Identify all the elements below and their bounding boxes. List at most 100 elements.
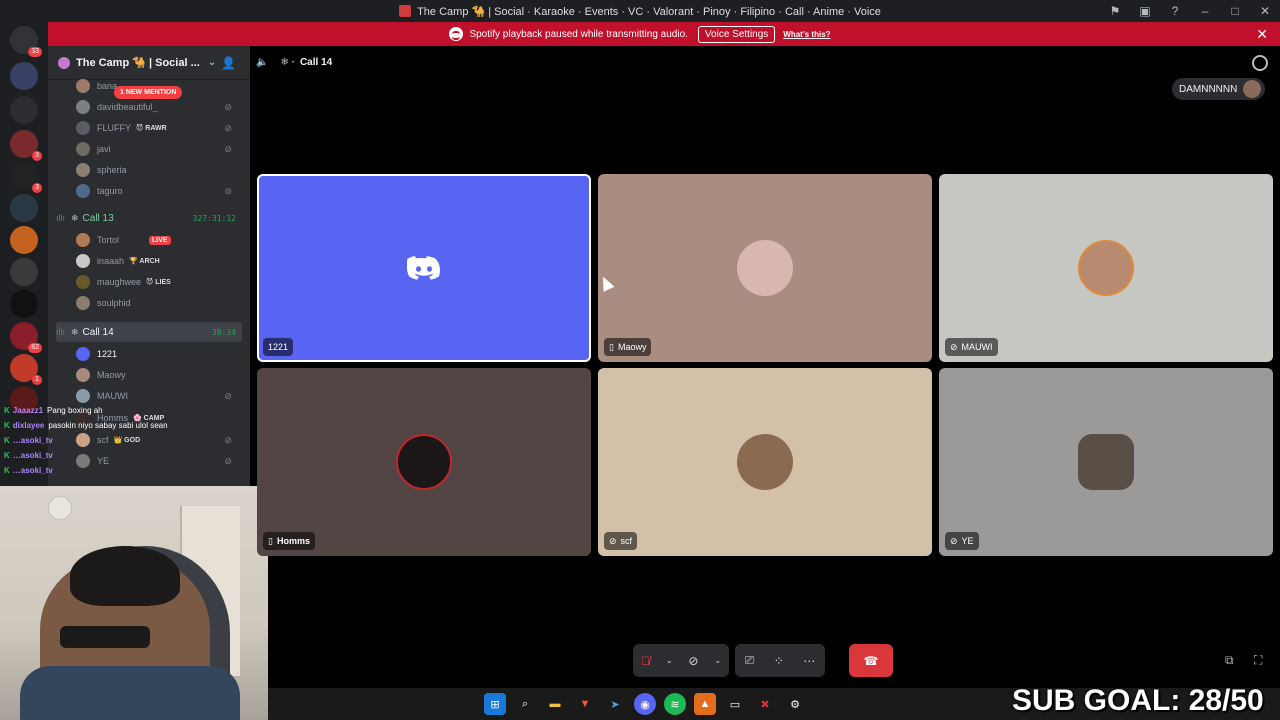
- participant-name-label: ⊘ scf: [604, 532, 638, 550]
- voice-user-name: spheria: [97, 165, 127, 175]
- more-options-icon[interactable]: ⋯: [803, 654, 815, 668]
- minimize-button[interactable]: –: [1190, 0, 1220, 22]
- voice-channel-call-13[interactable]: ıllı ❄ Call 13 327:31:12: [56, 208, 242, 228]
- server-badge: 3: [32, 151, 42, 161]
- chat-message: K dixlayee pasokin niyo sabay sabi ulol …: [4, 418, 249, 433]
- participant-tile[interactable]: ▯ Maowy: [598, 174, 932, 362]
- avatar: [76, 275, 90, 289]
- start-icon[interactable]: ⊞: [484, 693, 506, 715]
- avatar: [1078, 240, 1134, 296]
- invite-icon[interactable]: [1252, 55, 1268, 71]
- help-icon[interactable]: ?: [1160, 0, 1190, 22]
- streamer-hair: [70, 546, 180, 606]
- voice-user[interactable]: Maowy: [76, 365, 242, 385]
- voice-channel-call-14[interactable]: ıllı ❄ Call 14 38:34: [56, 322, 242, 342]
- participant-name: YE: [961, 536, 974, 546]
- server-icon-1[interactable]: [10, 62, 38, 90]
- server-badge: 3: [32, 183, 42, 193]
- server-icon-6[interactable]: [10, 258, 38, 286]
- camera-off-icon[interactable]: ⊘: [688, 654, 698, 668]
- voice-user[interactable]: spheria: [76, 160, 242, 180]
- voice-user-name: soulphid: [97, 298, 131, 308]
- telegram-icon[interactable]: ➤: [604, 693, 626, 715]
- voice-user[interactable]: Tortol LIVE: [76, 230, 242, 250]
- server-icon-8[interactable]: 82: [10, 322, 42, 353]
- discord-icon[interactable]: ◉: [634, 693, 656, 715]
- voice-user[interactable]: inaaah 🏆 ARCH: [76, 251, 242, 271]
- invite-people-icon[interactable]: 👤: [221, 56, 236, 70]
- file-explorer-icon[interactable]: ▬: [544, 693, 566, 715]
- voice-user[interactable]: davidbeautiful_ ⊘: [76, 97, 242, 117]
- server-icon-5[interactable]: [10, 226, 38, 254]
- mobile-icon: ▯: [609, 341, 614, 352]
- participant-name: scf: [620, 536, 633, 546]
- server-icon-3[interactable]: 3: [10, 162, 42, 193]
- chat-username: Jaaazz1: [12, 406, 44, 415]
- screen-share-icon[interactable]: ⎚: [745, 653, 755, 668]
- participant-tile[interactable]: 1221: [257, 174, 591, 362]
- popout-icon[interactable]: ⧉: [1225, 653, 1234, 668]
- whats-this-link[interactable]: What's this?: [783, 30, 830, 39]
- voice-user-name: FLUFFY: [97, 123, 132, 133]
- voice-user[interactable]: FLUFFY 😈 RAWR ⊘: [76, 118, 242, 138]
- search-icon[interactable]: ⌕: [514, 693, 536, 715]
- server-icon-2[interactable]: 3: [10, 130, 42, 161]
- app-icon-x[interactable]: ✖: [754, 693, 776, 715]
- mic-muted-icon: ⊘: [224, 101, 232, 112]
- participant-name: 1221: [268, 342, 289, 352]
- maximize-button[interactable]: □: [1220, 0, 1250, 22]
- banner-message: Spotify playback paused while transmitti…: [469, 28, 688, 40]
- close-window-button[interactable]: ✕: [1250, 0, 1280, 22]
- voice-user-name: MAUWI: [97, 391, 128, 401]
- disconnect-button[interactable]: ☎: [849, 644, 893, 677]
- server-icon-4[interactable]: [10, 194, 38, 222]
- voice-user[interactable]: javi ⊘: [76, 139, 242, 159]
- chat-message: K …asoki_tv: [4, 433, 249, 448]
- close-icon[interactable]: ✕: [1256, 26, 1268, 43]
- mic-muted-icon: ⊘: [609, 535, 617, 546]
- speaker-icon[interactable]: 🔈: [256, 57, 268, 68]
- server-icon-the-camp[interactable]: 1: [10, 354, 42, 385]
- voice-user-name: Tortol: [97, 235, 120, 245]
- server-folder[interactable]: [10, 96, 38, 124]
- voice-activity-icon: ıllı: [56, 213, 65, 223]
- participant-tile[interactable]: ⊘ YE: [939, 368, 1273, 556]
- chat-username: …asoki_tv: [12, 436, 53, 445]
- direct-messages-button[interactable]: 33: [10, 26, 42, 57]
- avatar: [76, 389, 90, 403]
- voice-user[interactable]: soulphid: [76, 293, 242, 313]
- mic-muted-icon: ⊘: [224, 122, 232, 133]
- avatar: [76, 347, 90, 361]
- voice-user[interactable]: 1221: [76, 344, 242, 364]
- participant-tile[interactable]: ▯ Homms: [257, 368, 591, 556]
- sub-goal-overlay: SUB GOAL: 28/50: [1012, 684, 1264, 717]
- spotify-icon[interactable]: ≋: [664, 693, 686, 715]
- participant-tile[interactable]: ⊘ scf: [598, 368, 932, 556]
- chat-badge-icon: K: [4, 436, 10, 445]
- fullscreen-icon[interactable]: ⛶: [1254, 653, 1262, 668]
- wall-clock: [48, 496, 72, 520]
- settings-icon[interactable]: ⚙: [784, 693, 806, 715]
- terminal-icon[interactable]: ▭: [724, 693, 746, 715]
- speaking-user-chip[interactable]: DAMNNNNN: [1172, 78, 1266, 100]
- chevron-down-icon[interactable]: ⌄: [666, 656, 673, 665]
- screen-icon[interactable]: ▣: [1130, 0, 1160, 22]
- call-controls: 🎙̸ ⌄ ⊘ ⌄ ⎚ ⁘ ⋯ ☎: [633, 644, 893, 677]
- server-icon-7[interactable]: [10, 290, 38, 318]
- app-icon-orange[interactable]: ▲: [694, 693, 716, 715]
- server-icon: [399, 5, 412, 17]
- voice-settings-button[interactable]: Voice Settings: [697, 25, 776, 43]
- inbox-icon[interactable]: ⚑: [1100, 0, 1130, 22]
- chevron-down-icon[interactable]: ⌄: [208, 57, 216, 68]
- snowflake-icon: ❄: [71, 212, 79, 223]
- server-header[interactable]: The Camp 🐪 | Social ... ⌄ 👤: [48, 46, 250, 80]
- activities-icon[interactable]: ⁘: [774, 654, 784, 668]
- avatar: [76, 254, 90, 268]
- avatar: [76, 296, 90, 310]
- voice-user[interactable]: maughwee 😈 LIES: [76, 272, 242, 292]
- mic-muted-icon[interactable]: 🎙̸: [641, 654, 650, 668]
- brave-icon[interactable]: ▼: [574, 693, 596, 715]
- chevron-down-icon[interactable]: ⌄: [714, 656, 721, 665]
- voice-user[interactable]: taguro ⊘: [76, 181, 242, 201]
- participant-tile[interactable]: ⊘ MAUWI: [939, 174, 1273, 362]
